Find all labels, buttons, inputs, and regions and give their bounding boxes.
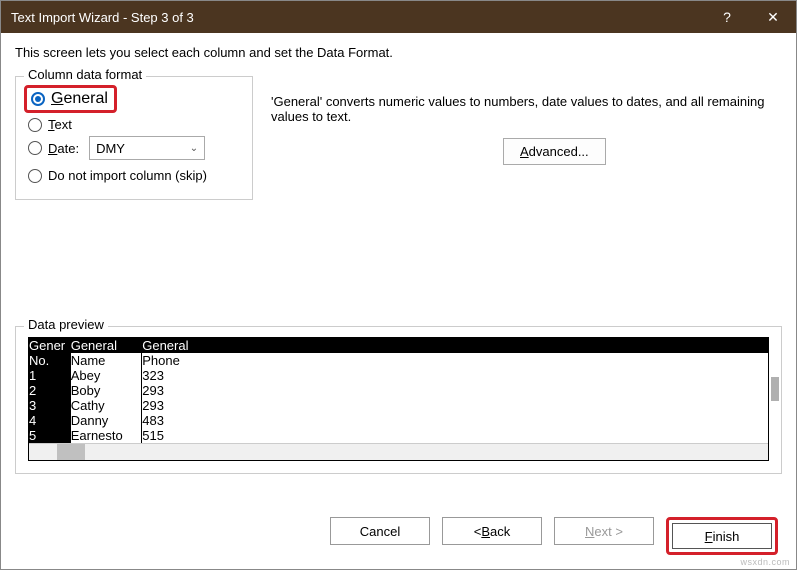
vertical-scrollbar-thumb[interactable] bbox=[771, 377, 779, 401]
data-preview-group: Data preview Gener General General No.Na… bbox=[15, 326, 782, 474]
help-button[interactable]: ? bbox=[704, 1, 750, 33]
column-format-group: Column data format General Text Date: DM… bbox=[15, 76, 253, 200]
radio-date[interactable] bbox=[28, 141, 42, 155]
col-header-1[interactable]: Gener bbox=[29, 338, 71, 353]
finish-button[interactable]: Finish bbox=[672, 523, 772, 549]
horizontal-scrollbar[interactable] bbox=[29, 443, 768, 460]
format-legend: Column data format bbox=[24, 67, 146, 82]
format-description: 'General' converts numeric values to num… bbox=[271, 94, 782, 124]
back-button[interactable]: < Back bbox=[442, 517, 542, 545]
next-button: Next > bbox=[554, 517, 654, 545]
close-button[interactable]: ✕ bbox=[750, 1, 796, 33]
radio-skip[interactable] bbox=[28, 169, 42, 183]
format-description-area: 'General' converts numeric values to num… bbox=[271, 70, 782, 165]
table-row[interactable]: No.NamePhone bbox=[29, 353, 768, 368]
titlebar-actions: ? ✕ bbox=[704, 1, 796, 33]
radio-text[interactable] bbox=[28, 118, 42, 132]
col-header-2[interactable]: General bbox=[71, 338, 143, 353]
window-title: Text Import Wizard - Step 3 of 3 bbox=[11, 10, 194, 25]
table-row[interactable]: 2Boby293 bbox=[29, 383, 768, 398]
table-row[interactable]: 4Danny483 bbox=[29, 413, 768, 428]
date-format-value: DMY bbox=[96, 141, 125, 156]
table-row[interactable]: 5Earnesto515 bbox=[29, 428, 768, 443]
titlebar: Text Import Wizard - Step 3 of 3 ? ✕ bbox=[1, 1, 796, 33]
finish-highlight: Finish bbox=[666, 517, 778, 555]
button-bar: Cancel < Back Next > Finish bbox=[330, 517, 778, 555]
general-highlight: General bbox=[24, 85, 117, 113]
advanced-button[interactable]: Advanced... bbox=[503, 138, 606, 165]
preview-header-row: Gener General General bbox=[29, 338, 768, 353]
table-row[interactable]: 1Abey323 bbox=[29, 368, 768, 383]
radio-skip-label[interactable]: Do not import column (skip) bbox=[48, 168, 207, 183]
radio-general[interactable] bbox=[31, 92, 45, 106]
radio-date-label[interactable]: Date: bbox=[48, 141, 79, 156]
radio-general-label[interactable]: General bbox=[51, 90, 108, 108]
table-row[interactable]: 3Cathy293 bbox=[29, 398, 768, 413]
intro-text: This screen lets you select each column … bbox=[15, 45, 782, 60]
dialog-content: This screen lets you select each column … bbox=[1, 33, 796, 486]
cancel-button[interactable]: Cancel bbox=[330, 517, 430, 545]
col-header-3[interactable]: General bbox=[142, 338, 768, 353]
preview-legend: Data preview bbox=[24, 317, 108, 332]
scrollbar-thumb[interactable] bbox=[57, 444, 85, 460]
radio-text-label[interactable]: Text bbox=[48, 117, 72, 132]
chevron-down-icon: ⌄ bbox=[190, 143, 198, 154]
date-format-select[interactable]: DMY ⌄ bbox=[89, 136, 205, 160]
watermark: wsxdn.com bbox=[740, 557, 790, 567]
preview-grid[interactable]: Gener General General No.NamePhone1Abey3… bbox=[28, 337, 769, 461]
